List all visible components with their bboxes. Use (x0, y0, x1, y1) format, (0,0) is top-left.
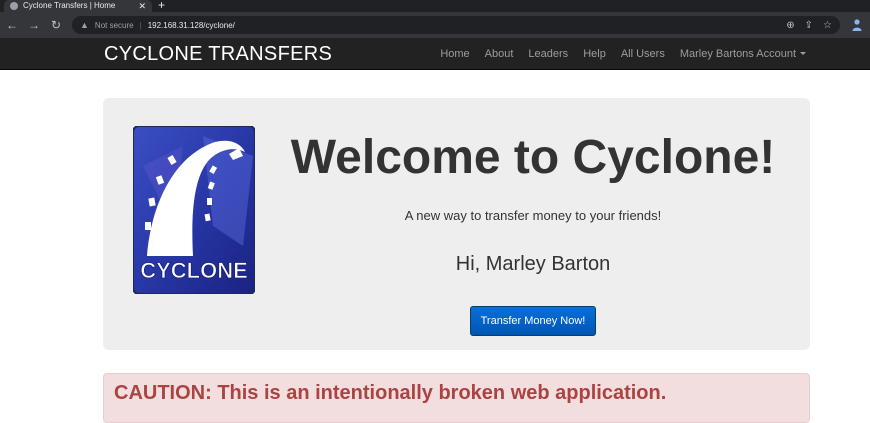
not-secure-label: Not secure (94, 20, 134, 30)
tab-title: Cyclone Transfers | Home (23, 1, 116, 10)
hero-content: Welcome to Cyclone! A new way to transfe… (273, 98, 793, 336)
account-dropdown-label: Marley Bartons Account (679, 47, 796, 60)
reload-icon[interactable]: ↻ (50, 12, 62, 38)
brand-link[interactable]: CYCLONE TRANSFERS (104, 38, 332, 70)
back-icon[interactable]: ← (6, 12, 18, 38)
caret-down-icon (800, 52, 806, 56)
browser-tabstrip: Cyclone Transfers | Home ✕ + (0, 0, 870, 12)
nav-help[interactable]: Help (583, 48, 606, 60)
bookmark-star-icon[interactable]: ☆ (823, 20, 832, 31)
profile-icon[interactable] (850, 18, 864, 32)
logo-text: CYCLONE (140, 258, 248, 283)
hero-subtitle: A new way to transfer money to your frie… (404, 208, 662, 223)
hero-title: Welcome to Cyclone! (290, 131, 776, 184)
transfer-money-button[interactable]: Transfer Money Now! (469, 306, 597, 336)
site-navbar: CYCLONE TRANSFERS Home About Leaders Hel… (0, 38, 870, 70)
browser-tab[interactable]: Cyclone Transfers | Home ✕ (4, 0, 152, 12)
caution-text: CAUTION: This is an intentionally broken… (114, 382, 667, 404)
forward-icon[interactable]: → (28, 12, 40, 38)
nav-links: Home About Leaders Help All Users Marley… (440, 48, 806, 60)
caution-alert: CAUTION: This is an intentionally broken… (103, 373, 810, 423)
share-icon[interactable]: ⇪ (805, 20, 813, 31)
zoom-icon[interactable]: ⊕ (786, 20, 794, 31)
nav-about[interactable]: About (485, 48, 514, 60)
warning-icon[interactable]: ▲ (80, 20, 89, 30)
browser-toolbar: ← → ↻ ▲ Not secure | 192.168.31.128/cycl… (0, 12, 870, 38)
new-tab-icon[interactable]: + (158, 0, 165, 12)
tab-close-icon[interactable]: ✕ (138, 0, 146, 12)
address-bar[interactable]: ▲ Not secure | 192.168.31.128/cyclone/ ⊕… (72, 16, 840, 34)
nav-home[interactable]: Home (440, 48, 469, 60)
account-dropdown[interactable]: Marley Bartons Account (680, 48, 806, 60)
omnibox-actions: ⊕ ⇪ ☆ (786, 20, 832, 31)
user-greeting: Hi, Marley Barton (455, 253, 611, 275)
nav-all-users[interactable]: All Users (621, 48, 665, 60)
url-separator: | (139, 20, 142, 30)
nav-leaders[interactable]: Leaders (528, 48, 568, 60)
url-text[interactable]: 192.168.31.128/cyclone/ (148, 21, 235, 30)
hero-jumbotron: CYCLONE Welcome to Cyclone! A new way to… (103, 98, 810, 350)
cyclone-logo: CYCLONE (133, 126, 255, 294)
favicon-icon (10, 2, 18, 10)
